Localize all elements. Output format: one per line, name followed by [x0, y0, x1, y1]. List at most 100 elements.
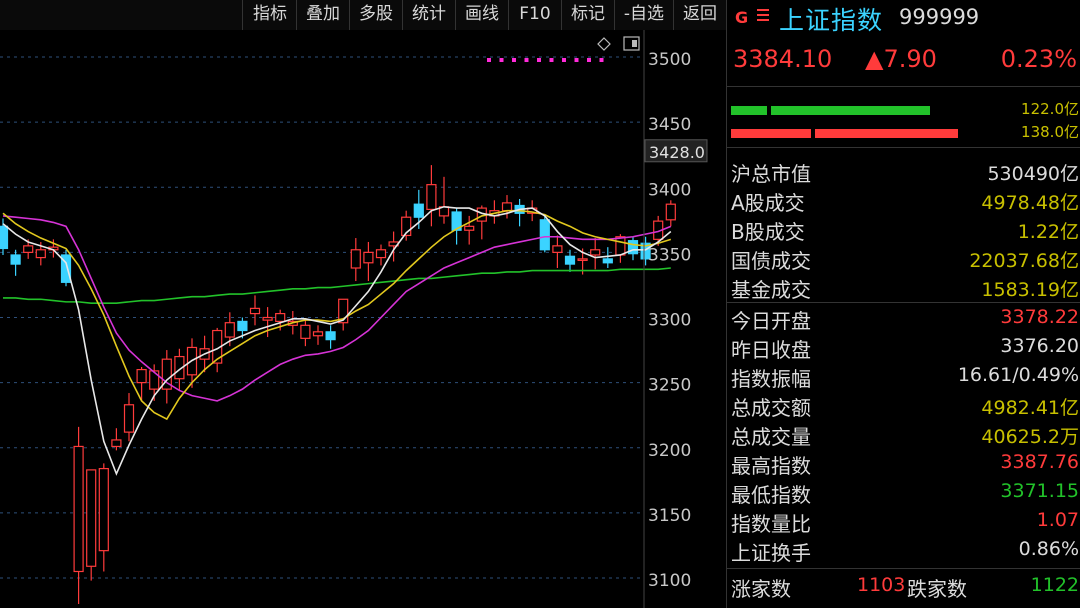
ma10-line: [2, 209, 672, 421]
stat-label: 最低指数: [731, 483, 811, 507]
f10-button[interactable]: F10: [509, 0, 561, 30]
candle: [338, 298, 349, 331]
candle-body: [552, 245, 563, 253]
chart-toolbar: 指标 叠加 多股 统计 画线 F10 标记 -自选 返回: [0, 0, 726, 30]
toolbar-separator: [242, 0, 243, 30]
overlay-button[interactable]: 叠加: [297, 0, 349, 30]
y-tick-label: 3250: [648, 376, 691, 396]
candle-body: [237, 320, 248, 332]
candle: [539, 215, 550, 253]
stat-value: 4978.48亿: [981, 192, 1079, 214]
remove-watchlist-button[interactable]: -自选: [615, 0, 673, 30]
divider: [727, 147, 1080, 148]
candle-body: [501, 202, 513, 212]
statistics-button[interactable]: 统计: [403, 0, 455, 30]
marker-dot: [537, 58, 541, 62]
marker-dot: [574, 58, 579, 62]
stat-value: 22037.68亿: [969, 250, 1079, 272]
mark-button[interactable]: 标记: [562, 0, 614, 30]
diamond-icon: [597, 37, 611, 51]
stat-row: B股成交 1.22亿: [727, 214, 1080, 244]
candle-body: [149, 370, 160, 390]
candle: [590, 238, 601, 270]
marker-dot: [487, 58, 491, 62]
market-breadth-row: 涨家数 1103 跌家数 1122: [727, 571, 1080, 601]
draw-line-button[interactable]: 画线: [456, 0, 508, 30]
candle: [123, 393, 135, 442]
candle-body: [123, 404, 135, 433]
stat-value: 530490亿: [987, 163, 1079, 185]
index-name: 上证指数: [779, 6, 884, 35]
y-tick-label: 3450: [648, 115, 691, 135]
candle-body: [86, 469, 97, 567]
divider: [727, 86, 1080, 87]
divider: [727, 568, 1080, 569]
candle: [249, 295, 261, 326]
index-code: 999999: [899, 5, 980, 29]
sell-volume-bar: [731, 106, 767, 115]
stat-row: 昨日收盘 3376.20: [727, 332, 1080, 362]
candle-body: [426, 184, 437, 210]
stat-row: 基金成交 1583.19亿: [727, 272, 1080, 302]
stat-row: 总成交量 40625.2万: [727, 419, 1080, 449]
stat-value: 1.07: [1036, 509, 1079, 531]
candle: [627, 236, 639, 261]
candle-body: [413, 203, 424, 218]
candle-body: [312, 331, 324, 337]
candle-body: [325, 331, 336, 341]
decliners-label: 跌家数: [907, 577, 967, 601]
stat-label: 总成交量: [731, 425, 811, 449]
sell-volume-label: 122.0亿: [1021, 100, 1079, 118]
back-button[interactable]: 返回: [674, 0, 726, 30]
candle: [73, 426, 84, 605]
last-price: 3384.10: [733, 45, 833, 73]
stat-label: 指数振幅: [731, 367, 811, 391]
stat-value: 3371.15: [1000, 480, 1079, 502]
candle-body: [300, 324, 311, 339]
marker-dot: [499, 58, 504, 62]
y-tick-label: 3100: [648, 571, 691, 591]
candle: [375, 244, 387, 266]
quote-panel: G 上证指数 999999 3384.10 ▲7.90 0.23% 122.0亿…: [726, 0, 1080, 608]
candlestick-chart[interactable]: 3500 3450 3400 3350 3300 3250 3200 3150 3100 3428…: [0, 30, 726, 608]
y-tick-label: 3350: [648, 245, 691, 265]
ma20-line: [2, 215, 672, 402]
marker-dot: [549, 58, 554, 62]
ma60-line: [3, 267, 671, 304]
stat-row: A股成交 4978.48亿: [727, 185, 1080, 215]
candle-body: [615, 236, 626, 256]
stat-value: 1583.19亿: [981, 279, 1079, 301]
stat-row: 指数量比 1.07: [727, 506, 1080, 536]
menu-icon[interactable]: [757, 6, 769, 22]
multi-stock-button[interactable]: 多股: [350, 0, 402, 30]
window-icon-fill: [632, 40, 637, 47]
candle: [602, 247, 613, 269]
candle-body: [363, 251, 374, 264]
candle: [426, 165, 437, 227]
candle-body: [539, 219, 550, 251]
stat-value: 3376.20: [1000, 335, 1079, 357]
stat-label: 今日开盘: [731, 309, 811, 333]
stat-label: 最高指数: [731, 454, 811, 478]
g-icon[interactable]: G: [735, 8, 748, 27]
stat-row: 国债成交 22037.68亿: [727, 243, 1080, 273]
indicator-button[interactable]: 指标: [244, 0, 296, 30]
stat-row: 指数振幅 16.61/0.49%: [727, 361, 1080, 391]
stat-label: 沪总市值: [731, 162, 811, 186]
candle: [501, 195, 513, 219]
candle-body: [577, 258, 588, 261]
stat-row: 上证换手 0.86%: [727, 535, 1080, 565]
stat-value: 40625.2万: [981, 426, 1079, 448]
buy-volume-label: 138.0亿: [1021, 123, 1079, 141]
candle-body: [665, 203, 676, 221]
candle-body: [73, 445, 84, 573]
stat-value: 3378.22: [1000, 306, 1079, 328]
cursor-price-label: 3428.0: [649, 143, 705, 162]
candle-body: [275, 312, 286, 323]
candle: [312, 325, 324, 345]
stat-value: 1.22亿: [1017, 221, 1079, 243]
sell-volume-bar: [771, 106, 930, 115]
price-change: ▲7.90: [865, 45, 937, 73]
stat-label: 总成交额: [731, 396, 811, 420]
candle-body: [590, 249, 601, 256]
